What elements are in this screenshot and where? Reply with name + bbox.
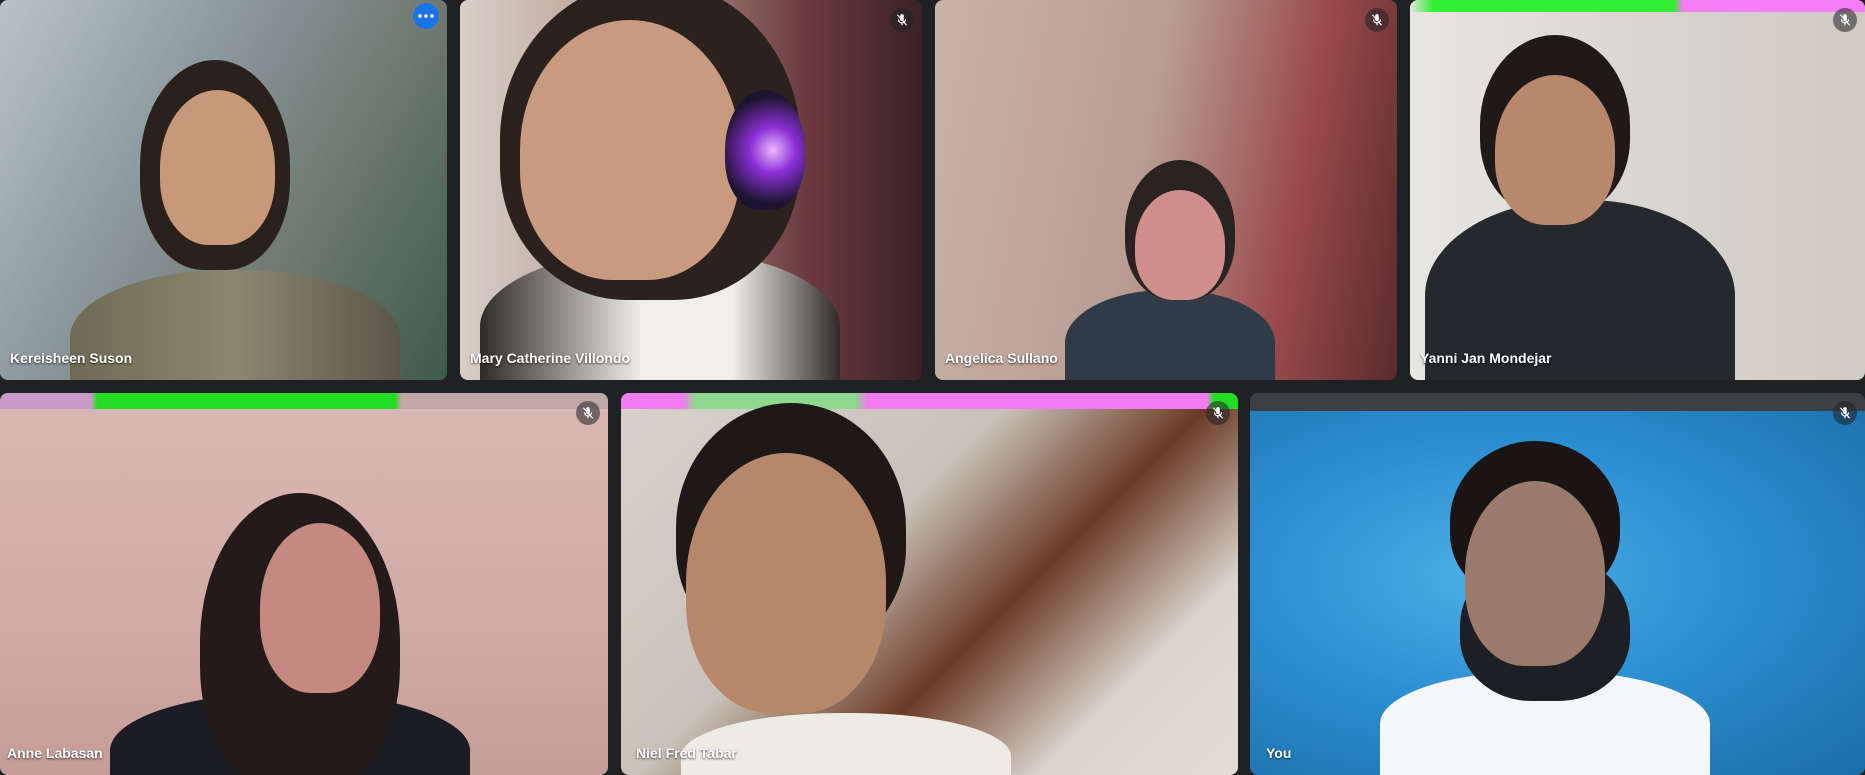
mic-off-icon: [1839, 407, 1851, 419]
participant-name: Kereisheen Suson: [10, 350, 133, 366]
mic-off-icon: [1839, 14, 1851, 26]
video-glitch-strip: [1410, 0, 1865, 12]
mic-off-icon: [1212, 407, 1224, 419]
participant-name: You: [1266, 745, 1292, 761]
video-feed: [0, 0, 447, 380]
video-feed: [935, 0, 1397, 380]
video-feed: [0, 393, 608, 775]
participant-tile-angelica-sullano[interactable]: Angelica Sullano: [935, 0, 1397, 380]
mic-off-icon: [1371, 14, 1383, 26]
participant-figure: [1495, 75, 1615, 225]
video-feed: [1250, 411, 1865, 775]
participant-tile-anne-labasan[interactable]: Anne Labasan: [0, 393, 608, 775]
video-feed: [1410, 0, 1865, 380]
mic-off-indicator: [1833, 8, 1857, 32]
mic-off-indicator: [890, 8, 914, 32]
participant-figure: [1065, 290, 1275, 380]
participant-tile-niel-fred-tabar[interactable]: Niel Fred Tabar: [621, 393, 1238, 775]
headphones: [725, 90, 805, 210]
participant-figure: [686, 453, 886, 713]
more-options-icon: [418, 14, 434, 18]
participant-name: Mary Catherine Villondo: [470, 350, 630, 366]
participant-figure: [1465, 481, 1605, 666]
participant-name: Anne Labasan: [7, 745, 103, 761]
participant-figure: [160, 90, 275, 245]
participant-figure: [260, 523, 380, 693]
video-feed: [460, 0, 922, 380]
participant-tile-yanni-jan-mondejar[interactable]: Yanni Jan Mondejar: [1410, 0, 1865, 380]
participant-tile-mary-catherine-villondo[interactable]: Mary Catherine Villondo: [460, 0, 922, 380]
mic-off-indicator: [1365, 8, 1389, 32]
mic-off-icon: [896, 14, 908, 26]
participant-tile-you[interactable]: You: [1250, 393, 1865, 775]
participant-figure: [520, 20, 740, 280]
mic-off-indicator: [1833, 401, 1857, 425]
video-glitch-strip: [621, 393, 1238, 409]
participant-figure: [1135, 190, 1225, 300]
mic-off-icon: [582, 407, 594, 419]
video-glitch-strip: [0, 393, 608, 409]
mic-off-indicator: [1206, 401, 1230, 425]
more-options-button[interactable]: [413, 3, 439, 29]
video-feed: [621, 393, 1238, 775]
meeting-grid: Kereisheen Suson Mary Catherine Villondo: [0, 0, 1865, 775]
participant-name: Yanni Jan Mondejar: [1420, 350, 1552, 366]
participant-figure: [681, 713, 1011, 775]
participant-name: Niel Fred Tabar: [636, 745, 737, 761]
participant-tile-kereisheen-suson[interactable]: Kereisheen Suson: [0, 0, 447, 380]
mic-off-indicator: [576, 401, 600, 425]
participant-name: Angelica Sullano: [945, 350, 1058, 366]
